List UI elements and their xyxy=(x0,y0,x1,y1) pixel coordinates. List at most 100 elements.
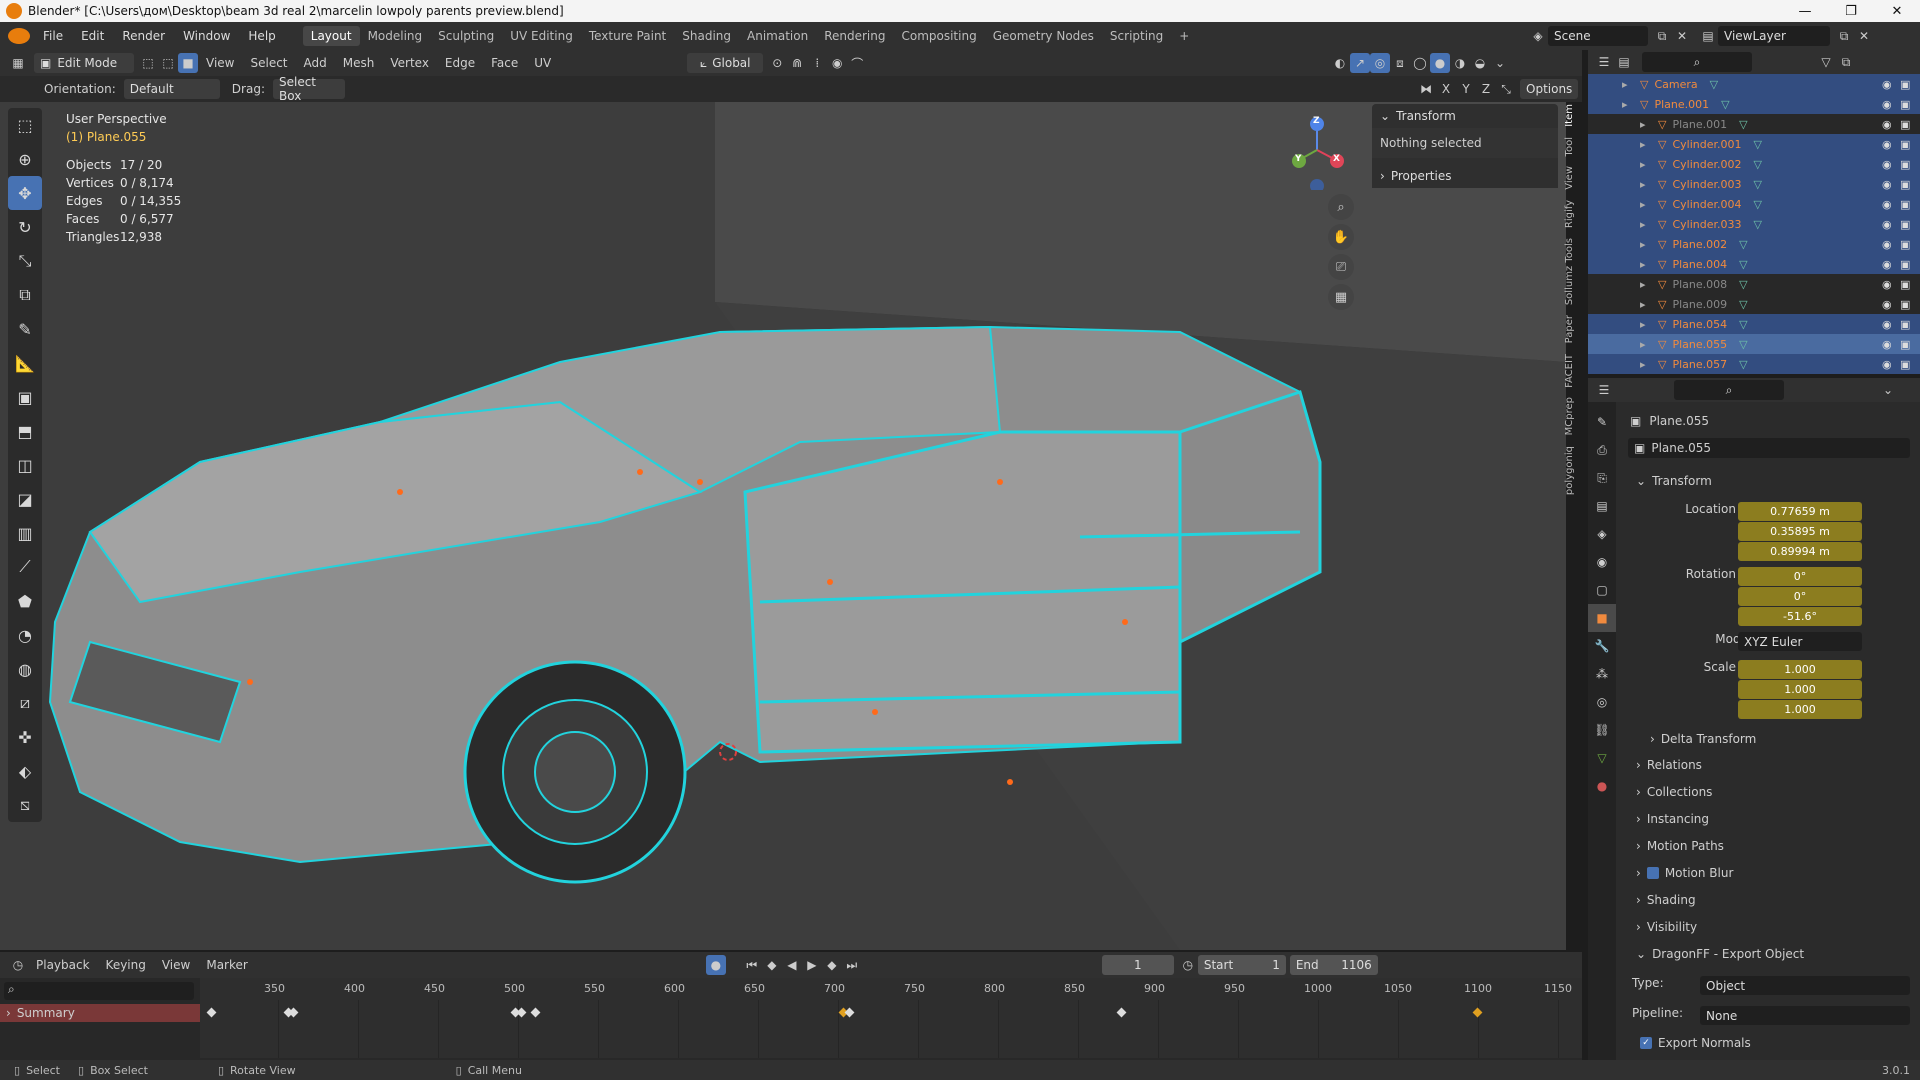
render-camera-icon[interactable]: ▣ xyxy=(1900,118,1910,131)
rotation-z-field[interactable]: -51.6° xyxy=(1738,607,1862,626)
navigation-gizmo[interactable]: Z X Y xyxy=(1282,110,1352,193)
render-camera-icon[interactable]: ▣ xyxy=(1900,78,1910,91)
outliner-row[interactable]: ▸ ▽ Plane.002 ▽ ◉ ▣ xyxy=(1588,234,1920,254)
sidebar-tab-mcprep[interactable]: MCprep xyxy=(1564,397,1575,435)
chevron-down-icon[interactable]: ⌄ xyxy=(1878,380,1898,400)
auto-key-icon[interactable]: ● xyxy=(705,955,726,975)
loop-cut-tool-icon[interactable]: ▥ xyxy=(8,516,42,550)
visibility-eye-icon[interactable]: ◉ xyxy=(1882,258,1892,271)
expand-arrow-icon[interactable]: ▸ xyxy=(1640,278,1652,291)
jump-start-icon[interactable]: ⏮ xyxy=(742,955,762,975)
menu-window[interactable]: Window xyxy=(174,29,239,43)
mirror-y-toggle[interactable]: Y xyxy=(1456,79,1476,99)
physics-props-icon[interactable]: ◎ xyxy=(1588,688,1616,716)
transform-section-title[interactable]: Transform xyxy=(1652,474,1712,488)
minimize-button[interactable]: — xyxy=(1782,0,1828,22)
expand-arrow-icon[interactable]: ▸ xyxy=(1640,138,1652,151)
ortho-grid-icon[interactable]: ▦ xyxy=(1328,284,1354,310)
visibility-eye-icon[interactable]: ◉ xyxy=(1882,238,1892,251)
rotation-x-field[interactable]: 0° xyxy=(1738,567,1862,586)
add-cube-tool-icon[interactable]: ▣ xyxy=(8,380,42,414)
menu-edge[interactable]: Edge xyxy=(445,56,475,70)
visibility-section[interactable]: Visibility xyxy=(1647,920,1697,934)
sidebar-tab-item[interactable]: Item xyxy=(1564,104,1575,127)
tab-uv-editing[interactable]: UV Editing xyxy=(502,26,581,46)
expand-arrow-icon[interactable]: ▸ xyxy=(1622,78,1634,91)
render-camera-icon[interactable]: ▣ xyxy=(1900,198,1910,211)
vertex-select-icon[interactable]: ⬚ xyxy=(138,53,158,73)
mode-selector[interactable]: ▣ Edit Mode xyxy=(34,53,134,73)
knife-tool-icon[interactable]: ⟋ xyxy=(8,550,42,584)
menu-uv[interactable]: UV xyxy=(534,56,551,70)
mirror-z-toggle[interactable]: Z xyxy=(1476,79,1496,99)
tab-geometry-nodes[interactable]: Geometry Nodes xyxy=(985,26,1102,46)
outliner[interactable]: ▸ ▽ Camera ▽ ◉ ▣ ▸ ▽ Plane.001 ▽ ◉ ▣ ▸ ▽ Plane.001 ▽ ◉ ▣ ▸… xyxy=(1588,74,1920,374)
render-camera-icon[interactable]: ▣ xyxy=(1900,318,1910,331)
summary-channel[interactable]: › Summary xyxy=(0,1004,200,1022)
solid-shading-icon[interactable]: ● xyxy=(1430,53,1450,73)
tab-animation[interactable]: Animation xyxy=(739,26,816,46)
menu-help[interactable]: Help xyxy=(239,29,284,43)
menu-file[interactable]: File xyxy=(34,29,72,43)
rendered-shading-icon[interactable]: ◒ xyxy=(1470,53,1490,73)
scale-z-field[interactable]: 1.000 xyxy=(1738,700,1862,719)
render-camera-icon[interactable]: ▣ xyxy=(1900,338,1910,351)
options-button[interactable]: Options xyxy=(1520,79,1579,99)
export-type-select[interactable]: Object xyxy=(1700,976,1910,995)
constraint-props-icon[interactable]: ⛓ xyxy=(1588,716,1616,744)
material-shading-icon[interactable]: ◑ xyxy=(1450,53,1470,73)
outliner-editor-icon[interactable]: ☰ xyxy=(1594,52,1614,72)
menu-view[interactable]: View xyxy=(206,56,234,70)
expand-arrow-icon[interactable]: ▸ xyxy=(1640,118,1652,131)
keyframe-diamond[interactable] xyxy=(530,1007,541,1018)
edge-slide-tool-icon[interactable]: ⧄ xyxy=(8,686,42,720)
visibility-eye-icon[interactable]: ◉ xyxy=(1882,118,1892,131)
cursor-tool-icon[interactable]: ⊕ xyxy=(8,142,42,176)
menu-select[interactable]: Select xyxy=(250,56,287,70)
visibility-eye-icon[interactable]: ◉ xyxy=(1882,198,1892,211)
zoom-icon[interactable]: ⌕ xyxy=(1328,194,1354,220)
outliner-row[interactable]: ▸ ▽ Plane.057 ▽ ◉ ▣ xyxy=(1588,354,1920,374)
outliner-row[interactable]: ▸ ▽ Cylinder.004 ▽ ◉ ▣ xyxy=(1588,194,1920,214)
menu-vertex[interactable]: Vertex xyxy=(390,56,429,70)
expand-arrow-icon[interactable]: ▸ xyxy=(1640,318,1652,331)
outliner-row[interactable]: ▸ ▽ Camera ▽ ◉ ▣ xyxy=(1588,74,1920,94)
pipeline-select[interactable]: None xyxy=(1700,1006,1910,1025)
outliner-row[interactable]: ▸ ▽ Plane.001 ▽ ◉ ▣ xyxy=(1588,114,1920,134)
filter-icon[interactable]: ▽ xyxy=(1816,52,1836,72)
export-normals-checkbox[interactable]: ✓ xyxy=(1640,1037,1652,1049)
location-x-field[interactable]: 0.77659 m xyxy=(1738,502,1862,521)
expand-arrow-icon[interactable]: ▸ xyxy=(1640,178,1652,191)
camera-view-icon[interactable]: ⎚ xyxy=(1328,254,1354,280)
move-tool-icon[interactable]: ✥ xyxy=(8,176,42,210)
jump-end-icon[interactable]: ⏭ xyxy=(842,955,862,975)
sidebar-tab-view[interactable]: View xyxy=(1564,166,1575,190)
motion-paths-section[interactable]: Motion Paths xyxy=(1647,839,1724,853)
menu-marker[interactable]: Marker xyxy=(206,958,247,972)
visibility-eye-icon[interactable]: ◉ xyxy=(1882,178,1892,191)
motion-blur-checkbox[interactable] xyxy=(1646,867,1659,879)
timeline-search-input[interactable]: ⌕ xyxy=(4,982,194,1000)
play-icon[interactable]: ▶ xyxy=(802,955,822,975)
menu-add[interactable]: Add xyxy=(304,56,327,70)
menu-face[interactable]: Face xyxy=(491,56,518,70)
new-viewlayer-icon[interactable]: ⧉ xyxy=(1834,26,1854,46)
jump-keyframe-back-icon[interactable]: ◆ xyxy=(762,955,782,975)
end-frame-field[interactable]: End 1106 xyxy=(1289,955,1378,975)
render-camera-icon[interactable]: ▣ xyxy=(1900,158,1910,171)
outliner-row[interactable]: ▸ ▽ Cylinder.033 ▽ ◉ ▣ xyxy=(1588,214,1920,234)
sidebar-tab-tool[interactable]: Tool xyxy=(1564,137,1575,156)
spin-tool-icon[interactable]: ◔ xyxy=(8,618,42,652)
expand-arrow-icon[interactable]: ▸ xyxy=(1640,218,1652,231)
tab-shading[interactable]: Shading xyxy=(674,26,739,46)
render-camera-icon[interactable]: ▣ xyxy=(1900,298,1910,311)
render-camera-icon[interactable]: ▣ xyxy=(1900,238,1910,251)
face-select-icon[interactable]: ■ xyxy=(178,53,198,73)
world-props-icon[interactable]: ◉ xyxy=(1588,548,1616,576)
render-camera-icon[interactable]: ▣ xyxy=(1900,358,1910,371)
tab-rendering[interactable]: Rendering xyxy=(816,26,893,46)
delete-scene-icon[interactable]: ✕ xyxy=(1672,26,1692,46)
relations-section[interactable]: Relations xyxy=(1647,758,1702,772)
tab-sculpting[interactable]: Sculpting xyxy=(430,26,502,46)
properties-search-input[interactable]: ⌕ xyxy=(1674,380,1784,400)
